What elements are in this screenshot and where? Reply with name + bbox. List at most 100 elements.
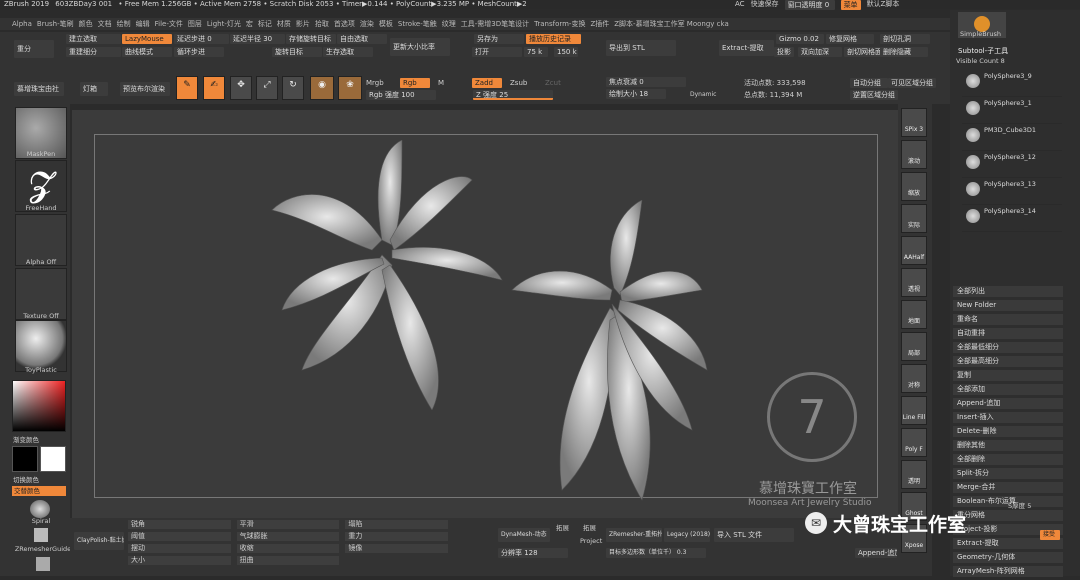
menu-item[interactable]: File-文件 bbox=[155, 18, 183, 30]
delete-hidden[interactable]: 删除隐藏 bbox=[880, 47, 928, 57]
deformation-slider[interactable]: 气球膨胀 bbox=[236, 532, 340, 541]
view-tool-button[interactable]: 地面 bbox=[901, 300, 927, 329]
menu-item[interactable]: Brush-笔刷 bbox=[37, 18, 74, 30]
default-zscript[interactable]: 默认Z脚本 bbox=[867, 0, 900, 9]
subtool-action-button[interactable]: Split-拆分 bbox=[953, 468, 1063, 479]
subtool-title[interactable]: Subtool-子工具 bbox=[958, 46, 1008, 56]
deformation-slider[interactable]: 摆动 bbox=[128, 544, 231, 553]
view-tool-button[interactable]: 实际 bbox=[901, 204, 927, 233]
zremesher-button[interactable]: ZRemesher-重拓扑 bbox=[606, 528, 662, 542]
claypolish-button[interactable]: ClayPolish-黏土抛光 bbox=[74, 532, 124, 550]
deformation-slider[interactable]: 重力 bbox=[345, 532, 448, 541]
store-rotation-target[interactable]: 存储旋转目标 bbox=[286, 34, 336, 44]
lightbox-button[interactable]: 灯箱 bbox=[80, 82, 108, 96]
reserve-label[interactable]: 拓展 bbox=[583, 522, 596, 532]
menu-item[interactable]: 材质 bbox=[277, 18, 291, 30]
create-selection[interactable]: 建立选取 bbox=[66, 34, 121, 44]
view-tool-button[interactable]: 对称 bbox=[901, 364, 927, 393]
menu-item[interactable]: Z插件 bbox=[590, 18, 609, 30]
subtool-item[interactable]: PM3D_Cube3D1 bbox=[962, 124, 1062, 151]
material-sphere-icon[interactable] bbox=[15, 320, 67, 372]
subtool-action-button[interactable]: New Folder bbox=[953, 300, 1063, 311]
res-75k[interactable]: 75 k bbox=[524, 47, 548, 57]
subtool-action-button[interactable]: 全部删除 bbox=[953, 454, 1063, 465]
subtool-action-button[interactable]: 重分网格 bbox=[953, 510, 1063, 521]
edit-icon[interactable]: ✎ bbox=[176, 76, 198, 100]
menu-item[interactable]: 模板 bbox=[379, 18, 393, 30]
menu-item[interactable]: Transform-变换 bbox=[534, 18, 585, 30]
zremesh-guide-icon[interactable] bbox=[34, 528, 48, 542]
menu-item[interactable]: 纹理 bbox=[442, 18, 456, 30]
view-tool-button[interactable]: SPix 3 bbox=[901, 108, 927, 137]
project-button[interactable]: 投影 bbox=[774, 47, 794, 57]
mrgb-label[interactable]: Mrgb bbox=[366, 78, 384, 88]
menu-item[interactable]: 颜色 bbox=[79, 18, 93, 30]
menu-item[interactable]: 图层 bbox=[188, 18, 202, 30]
color-picker[interactable] bbox=[12, 380, 66, 432]
spiral-icon[interactable] bbox=[30, 500, 50, 518]
view-tool-button[interactable]: 透视 bbox=[901, 268, 927, 297]
dynamesh-button[interactable]: DynaMesh-动态 bbox=[498, 528, 550, 542]
menu-item[interactable]: 首选项 bbox=[334, 18, 355, 30]
visible-count[interactable]: Visible Count 8 bbox=[956, 57, 1005, 65]
save-as-button[interactable]: 另存为 bbox=[474, 34, 524, 44]
subtool-action-button[interactable]: 全部列出 bbox=[953, 286, 1063, 297]
subtool-action-button[interactable]: 全部最低细分 bbox=[953, 342, 1063, 353]
append-button[interactable]: Append-追加 bbox=[855, 548, 897, 558]
curve-mode[interactable]: 曲线模式 bbox=[122, 47, 172, 57]
export-stl-button[interactable]: 导出到 STL bbox=[606, 40, 676, 56]
view-tool-button[interactable]: AAHalf bbox=[901, 236, 927, 265]
subtool-action-button[interactable]: Insert-插入 bbox=[953, 412, 1063, 423]
view-tool-button[interactable]: Line Fill bbox=[901, 396, 927, 425]
deformation-slider[interactable]: 收缩 bbox=[236, 544, 340, 553]
menu-button[interactable]: 菜单 bbox=[840, 0, 861, 10]
switch-color-label[interactable]: 切换颜色 bbox=[13, 474, 39, 484]
free-selection[interactable]: 自由选取 bbox=[337, 34, 387, 44]
draw-icon[interactable]: ✍ bbox=[203, 76, 225, 100]
move-icon[interactable]: ✥ bbox=[230, 76, 252, 100]
menu-item[interactable]: 工具-需增3D笔笔设计 bbox=[461, 18, 529, 30]
rotate-icon[interactable]: ↻ bbox=[282, 76, 304, 100]
res-150k[interactable]: 150 k bbox=[554, 47, 578, 57]
menu-item[interactable]: Stroke-笔触 bbox=[398, 18, 437, 30]
deformation-slider[interactable]: 平滑 bbox=[236, 520, 340, 529]
subtool-item[interactable]: PolySphere3_12 bbox=[962, 151, 1062, 178]
subtool-action-button[interactable]: 删除其他 bbox=[953, 440, 1063, 451]
m-button[interactable]: M bbox=[438, 78, 444, 88]
project-toggle[interactable]: Project bbox=[580, 537, 602, 545]
subtool-item[interactable]: PolySphere3_1 bbox=[962, 97, 1062, 124]
exp-label[interactable]: 拓展 bbox=[556, 522, 569, 532]
menu-item[interactable]: Z脚本-慕增珠宝工作室 Moongy cka bbox=[614, 18, 728, 30]
material-icon[interactable]: ◉ bbox=[310, 76, 334, 100]
lazy-radius-slider[interactable]: 延迟半径 30 bbox=[230, 34, 285, 44]
dynamic-toggle[interactable]: Dynamic bbox=[690, 90, 716, 100]
update-size-ratio[interactable]: 更新大小比率 bbox=[390, 38, 450, 56]
close-holes-button[interactable]: 剖切孔洞 bbox=[880, 34, 930, 44]
view-tool-button[interactable]: 局部 bbox=[901, 332, 927, 361]
menu-item[interactable]: 标记 bbox=[258, 18, 272, 30]
rgb-intensity-slider[interactable]: Rgb 强度 100 bbox=[366, 90, 436, 100]
menu-item[interactable]: Alpha bbox=[12, 18, 32, 30]
visible-group-button[interactable]: 可见区域分组 bbox=[888, 78, 936, 88]
deformation-slider[interactable]: 大小 bbox=[128, 556, 231, 565]
quicksave-button[interactable]: 快速保存 bbox=[751, 0, 779, 9]
menu-item[interactable]: 编辑 bbox=[136, 18, 150, 30]
survive-selection[interactable]: 生存选取 bbox=[323, 47, 373, 57]
canvas-area[interactable]: 7 慕增珠寶工作室 Moonsea Art Jewelry Studio bbox=[72, 110, 898, 520]
subtool-action-button[interactable]: 全部添加 bbox=[953, 384, 1063, 395]
resolution-slider[interactable]: 分辨率 128 bbox=[498, 548, 568, 558]
import-stl-button[interactable]: 导入 STL 文件 bbox=[714, 528, 794, 542]
subtool-item[interactable]: PolySphere3_14 bbox=[962, 205, 1062, 232]
subtool-action-button[interactable]: ArrayMesh-阵列网格 bbox=[953, 566, 1063, 577]
menu-item[interactable]: 拾取 bbox=[315, 18, 329, 30]
subtool-action-button[interactable]: Merge-合并 bbox=[953, 482, 1063, 493]
primary-color-swatch[interactable] bbox=[12, 446, 38, 472]
subtool-item[interactable]: PolySphere3_9 bbox=[962, 70, 1062, 97]
extract-button[interactable]: Extract-提取 bbox=[719, 40, 774, 56]
transparency-slider[interactable]: 窗口透明度 0 bbox=[784, 0, 835, 10]
z-intensity-slider[interactable]: Z 强度 25 bbox=[473, 90, 553, 100]
secondary-color-swatch[interactable] bbox=[40, 446, 66, 472]
draw-size-slider[interactable]: 绘制大小 18 bbox=[606, 89, 666, 99]
brush-icon[interactable]: ❀ bbox=[338, 76, 362, 100]
open-button[interactable]: 打开 bbox=[472, 47, 522, 57]
